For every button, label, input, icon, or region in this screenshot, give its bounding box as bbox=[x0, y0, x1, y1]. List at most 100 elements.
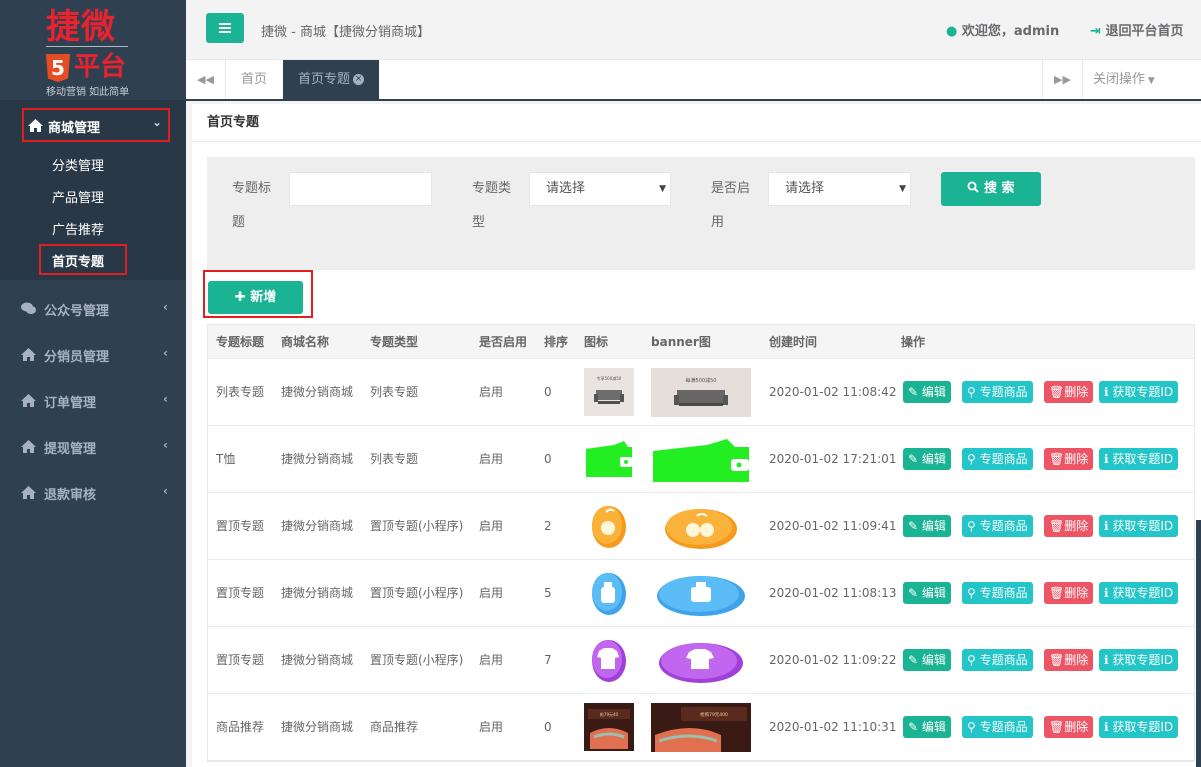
edit-label: 编辑 bbox=[921, 586, 946, 600]
get-topic-id-button[interactable]: ℹ 获取专题ID bbox=[1099, 448, 1179, 470]
delete-label: 删除 bbox=[1064, 653, 1089, 667]
nav-item-label: 分销员管理 bbox=[44, 349, 110, 365]
edit-button[interactable]: ✎ 编辑 bbox=[903, 649, 951, 671]
logo-main-text: 捷微 bbox=[46, 7, 116, 47]
trash-icon: 🗑 bbox=[1049, 586, 1065, 600]
delete-button[interactable]: 🗑删除 bbox=[1044, 649, 1094, 671]
trash-icon: 🗑 bbox=[1049, 653, 1065, 667]
table-row: T恤 捷微分销商城 列表专题 启用 0 2020-01-02 17:21:01 … bbox=[208, 426, 1194, 493]
column-header: 创建时间 bbox=[769, 335, 818, 349]
nav-item-wechat[interactable]: 公众号管理 ‹ bbox=[0, 286, 186, 332]
edit-icon: ✎ bbox=[908, 385, 919, 399]
get-topic-id-button[interactable]: ℹ 获取专题ID bbox=[1099, 515, 1179, 537]
topic-goods-button[interactable]: ⚲ 专题商品 bbox=[962, 649, 1033, 671]
search-icon bbox=[967, 181, 980, 193]
delete-button[interactable]: 🗑删除 bbox=[1044, 716, 1094, 738]
delete-label: 删除 bbox=[1064, 720, 1089, 734]
topic-goods-button[interactable]: ⚲ 专题商品 bbox=[962, 381, 1033, 403]
delete-label: 删除 bbox=[1064, 385, 1089, 399]
edit-button[interactable]: ✎ 编辑 bbox=[903, 515, 951, 537]
tab-home[interactable]: 首页 bbox=[226, 60, 282, 99]
cell-time: 2020-01-02 17:21:01 bbox=[769, 452, 897, 466]
goods-label: 专题商品 bbox=[979, 385, 1028, 399]
delete-button[interactable]: 🗑删除 bbox=[1044, 381, 1094, 403]
nav-item-order[interactable]: 订单管理 ‹ bbox=[0, 378, 186, 424]
bedding-icon-image: 抢79元40 bbox=[584, 703, 634, 751]
nav-item-label: 公众号管理 bbox=[44, 303, 110, 319]
info-icon: ℹ bbox=[1104, 519, 1109, 533]
trash-icon: 🗑 bbox=[1049, 519, 1065, 533]
table-header: 专题标题 商城名称 专题类型 是否启用 排序 图标 banner图 创建时间 操… bbox=[208, 325, 1194, 359]
sub-item-product[interactable]: 产品管理 bbox=[52, 187, 104, 206]
title-filter-input[interactable] bbox=[289, 172, 432, 206]
cell-enabled: 启用 bbox=[479, 586, 504, 600]
cell-mall: 捷微分销商城 bbox=[281, 720, 354, 734]
cell-sort: 0 bbox=[544, 452, 552, 466]
topic-goods-button[interactable]: ⚲ 专题商品 bbox=[962, 716, 1033, 738]
chevron-down-icon: ⌄ bbox=[151, 115, 162, 129]
goods-label: 专题商品 bbox=[979, 586, 1028, 600]
tab-home-topic[interactable]: 首页专题 × bbox=[283, 60, 380, 99]
topic-goods-button[interactable]: ⚲ 专题商品 bbox=[962, 448, 1033, 470]
edit-button[interactable]: ✎ 编辑 bbox=[903, 448, 951, 470]
enabled-filter-select[interactable]: 请选择 ▼ bbox=[768, 172, 911, 206]
info-icon: ℹ bbox=[1104, 720, 1109, 734]
html5-logo-icon: 5 bbox=[46, 54, 70, 82]
search-button[interactable]: 搜 索 bbox=[941, 172, 1041, 206]
chevron-left-icon: ‹ bbox=[163, 392, 168, 406]
cell-mall: 捷微分销商城 bbox=[281, 653, 354, 667]
edit-icon: ✎ bbox=[908, 586, 919, 600]
menu-toggle-button[interactable] bbox=[206, 13, 244, 43]
close-icon[interactable]: × bbox=[353, 74, 365, 85]
nav-item-distributor[interactable]: 分销员管理 ‹ bbox=[0, 332, 186, 378]
delete-button[interactable]: 🗑删除 bbox=[1044, 448, 1094, 470]
column-header: 商城名称 bbox=[281, 335, 330, 349]
cell-title: 列表专题 bbox=[216, 385, 265, 399]
edit-button[interactable]: ✎ 编辑 bbox=[903, 716, 951, 738]
tab-scroll-left-button[interactable]: ◀◀ bbox=[186, 60, 226, 99]
delete-button[interactable]: 🗑删除 bbox=[1044, 582, 1094, 604]
cell-mall: 捷微分销商城 bbox=[281, 519, 354, 533]
nav-item-mall-management[interactable]: 商城管理 ⌄ bbox=[22, 108, 170, 142]
get-id-label: 获取专题ID bbox=[1112, 385, 1174, 399]
sofa-banner-caption: 每满500减50 bbox=[686, 377, 717, 384]
chevron-left-icon: ‹ bbox=[163, 484, 168, 498]
delete-label: 删除 bbox=[1064, 586, 1089, 600]
edit-button[interactable]: ✎ 编辑 bbox=[903, 582, 951, 604]
close-ops-label: 关闭操作 bbox=[1093, 72, 1146, 87]
type-filter-select[interactable]: 请选择 ▼ bbox=[529, 172, 671, 206]
edit-label: 编辑 bbox=[921, 452, 946, 466]
get-topic-id-button[interactable]: ℹ 获取专题ID bbox=[1099, 381, 1179, 403]
nav-item-withdraw[interactable]: 提现管理 ‹ bbox=[0, 424, 186, 470]
delete-button[interactable]: 🗑删除 bbox=[1044, 515, 1094, 537]
home-icon bbox=[28, 119, 43, 132]
topic-goods-button[interactable]: ⚲ 专题商品 bbox=[962, 515, 1033, 537]
add-button[interactable]: ✚ 新增 bbox=[208, 281, 303, 314]
topic-goods-button[interactable]: ⚲ 专题商品 bbox=[962, 582, 1033, 604]
get-topic-id-button[interactable]: ℹ 获取专题ID bbox=[1099, 716, 1179, 738]
sub-item-home-topic[interactable]: 首页专题 bbox=[52, 251, 104, 270]
search-icon: ⚲ bbox=[967, 519, 976, 533]
logout-link[interactable]: ⇥ 退回平台首页 bbox=[1090, 20, 1183, 39]
sub-item-category[interactable]: 分类管理 bbox=[52, 155, 104, 174]
get-topic-id-button[interactable]: ℹ 获取专题ID bbox=[1099, 582, 1179, 604]
trash-icon: 🗑 bbox=[1049, 720, 1065, 734]
get-topic-id-button[interactable]: ℹ 获取专题ID bbox=[1099, 649, 1179, 671]
welcome-user: ● 欢迎您，admin bbox=[946, 20, 1059, 39]
nav-item-label: 提现管理 bbox=[44, 441, 97, 457]
sub-item-ad[interactable]: 广告推荐 bbox=[52, 219, 104, 238]
close-operations-dropdown[interactable]: 关闭操作 ▼ bbox=[1082, 60, 1201, 99]
cell-type: 置顶专题(小程序) bbox=[370, 586, 464, 600]
cell-time: 2020-01-02 11:09:22 bbox=[769, 653, 897, 667]
welcome-text: 欢迎您，admin bbox=[961, 24, 1060, 39]
scrollbar[interactable] bbox=[1196, 520, 1201, 767]
cell-time: 2020-01-02 11:08:13 bbox=[769, 586, 897, 600]
trash-icon: 🗑 bbox=[1049, 385, 1065, 399]
home-icon bbox=[21, 394, 36, 407]
cell-sort: 2 bbox=[544, 519, 552, 533]
tab-scroll-right-button[interactable]: ▶▶ bbox=[1042, 60, 1082, 99]
edit-button[interactable]: ✎ 编辑 bbox=[903, 381, 951, 403]
column-header: 专题类型 bbox=[370, 335, 419, 349]
page-title: 捷微 - 商城【捷微分销商城】 bbox=[261, 25, 430, 40]
nav-item-refund[interactable]: 退款审核 ‹ bbox=[0, 470, 186, 516]
